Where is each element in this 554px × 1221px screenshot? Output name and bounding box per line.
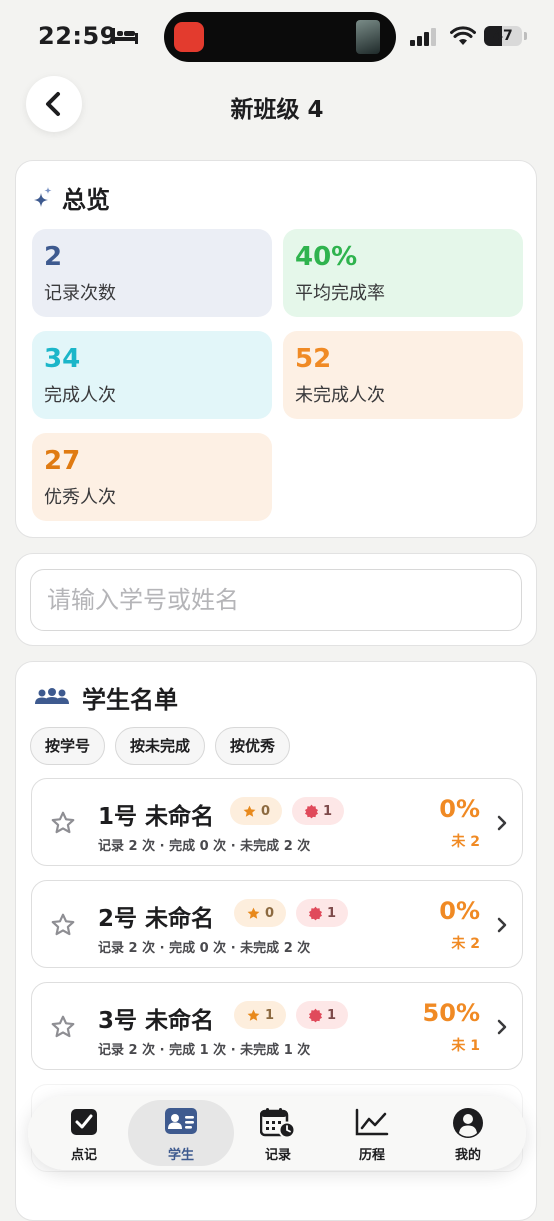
- sort-by-number-chip[interactable]: 按学号: [30, 727, 106, 765]
- checkbox-icon: [71, 1109, 97, 1135]
- roster-title: 学生名单: [82, 685, 178, 714]
- tab-records[interactable]: 记录: [230, 1096, 326, 1170]
- excellent-count: 1: [264, 1007, 275, 1023]
- tab-history[interactable]: 历程: [324, 1096, 420, 1170]
- star-outline-icon[interactable]: [50, 810, 76, 836]
- battery-indicator: 47: [484, 26, 522, 46]
- incomplete-count: 未 2: [451, 936, 480, 952]
- stat-record-count: 2 记录次数: [32, 229, 272, 317]
- excellent-count: 0: [264, 905, 275, 921]
- excellent-count: 0: [260, 803, 271, 819]
- excellent-badge: 0: [230, 797, 282, 825]
- stat-value: 34: [44, 344, 81, 374]
- stat-value: 27: [44, 446, 81, 476]
- overview-card: 总览 2 记录次数 40% 平均完成率 34 完成人次 52 未完成人次 27 …: [15, 160, 537, 538]
- student-name: 3号 未命名: [98, 1008, 215, 1034]
- page-title: 新班级 4: [230, 97, 324, 123]
- student-name: 2号 未命名: [98, 906, 215, 932]
- student-detail: 记录 2 次 · 完成 0 次 · 未完成 2 次: [98, 839, 311, 854]
- stat-label: 优秀人次: [44, 487, 116, 508]
- star-outline-icon[interactable]: [50, 912, 76, 938]
- stat-excellent: 27 优秀人次: [32, 433, 272, 521]
- incomplete-count: 未 1: [451, 1038, 480, 1054]
- star-filled-icon: [247, 907, 260, 919]
- badge-burst-icon: [308, 1008, 323, 1022]
- student-row[interactable]: 2号 未命名 0 1 记录 2 次 · 完成 0 次 · 未完成 2 次 0% …: [31, 880, 523, 968]
- badge-burst-icon: [308, 906, 323, 920]
- missing-badge: 1: [296, 1001, 348, 1029]
- app-activity-icon: [174, 22, 204, 52]
- group-icon: [35, 688, 69, 704]
- stat-value: 40%: [295, 242, 358, 272]
- student-row[interactable]: 3号 未命名 1 1 记录 2 次 · 完成 1 次 · 未完成 1 次 50%…: [31, 982, 523, 1070]
- tab-label: 历程: [358, 1148, 385, 1163]
- stat-incomplete: 52 未完成人次: [283, 331, 523, 419]
- stat-value: 2: [44, 242, 63, 272]
- star-filled-icon: [243, 805, 256, 817]
- tab-bar: 点记 学生 记录 历程 我的: [28, 1096, 526, 1170]
- stat-value: 52: [295, 344, 332, 374]
- excellent-badge: 1: [234, 1001, 286, 1029]
- chevron-right-icon: [497, 815, 507, 831]
- now-playing-artwork: [356, 20, 380, 54]
- star-outline-icon[interactable]: [50, 1014, 76, 1040]
- tab-label: 记录: [264, 1148, 291, 1163]
- tab-profile[interactable]: 我的: [420, 1096, 516, 1170]
- star-filled-icon: [247, 1009, 260, 1021]
- sort-chips: 按学号 按未完成 按优秀: [30, 727, 291, 765]
- status-bar: 22:59 47: [0, 0, 554, 76]
- dynamic-island: [164, 12, 396, 62]
- tab-students[interactable]: 学生: [133, 1096, 229, 1170]
- incomplete-count: 未 2: [451, 834, 480, 850]
- stat-completed: 34 完成人次: [32, 331, 272, 419]
- completion-rate: 0%: [439, 897, 480, 925]
- student-detail: 记录 2 次 · 完成 0 次 · 未完成 2 次: [98, 941, 311, 956]
- stat-label: 平均完成率: [295, 283, 385, 304]
- sparkles-icon: [34, 187, 52, 207]
- tab-label: 我的: [454, 1148, 481, 1163]
- missing-badge: 1: [296, 899, 348, 927]
- excellent-badge: 0: [234, 899, 286, 927]
- navigation-bar: 新班级 4: [0, 76, 554, 140]
- stat-label: 完成人次: [44, 385, 116, 406]
- stat-label: 未完成人次: [295, 385, 385, 406]
- battery-level: 47: [493, 28, 513, 44]
- search-card: [15, 553, 537, 646]
- trend-chart-icon: [355, 1108, 389, 1136]
- missing-count: 1: [322, 803, 333, 819]
- badge-burst-icon: [304, 804, 319, 818]
- missing-count: 1: [326, 1007, 337, 1023]
- student-row[interactable]: 1号 未命名 0 1 记录 2 次 · 完成 0 次 · 未完成 2 次 0% …: [31, 778, 523, 866]
- status-time: 22:59: [38, 22, 117, 50]
- completion-rate: 50%: [422, 999, 480, 1027]
- student-detail: 记录 2 次 · 完成 1 次 · 未完成 1 次: [98, 1043, 311, 1058]
- tab-label: 点记: [70, 1148, 97, 1163]
- completion-rate: 0%: [439, 795, 480, 823]
- calendar-clock-icon: [260, 1108, 296, 1138]
- wifi-icon: [450, 26, 476, 45]
- missing-count: 1: [326, 905, 337, 921]
- tab-checkin[interactable]: 点记: [36, 1096, 132, 1170]
- stat-avg-completion: 40% 平均完成率: [283, 229, 523, 317]
- student-card-icon: [165, 1108, 197, 1134]
- overview-title: 总览: [62, 185, 110, 214]
- bed-icon: [112, 28, 138, 44]
- cellular-signal-icon: [410, 28, 436, 46]
- stat-label: 记录次数: [44, 283, 116, 304]
- chevron-right-icon: [497, 1019, 507, 1035]
- missing-badge: 1: [292, 797, 344, 825]
- sort-by-excellent-chip[interactable]: 按优秀: [215, 727, 291, 765]
- chevron-right-icon: [497, 917, 507, 933]
- student-name: 1号 未命名: [98, 804, 215, 830]
- search-input[interactable]: [30, 569, 522, 631]
- profile-icon: [453, 1108, 483, 1138]
- tab-label: 学生: [167, 1148, 194, 1163]
- sort-by-incomplete-chip[interactable]: 按未完成: [115, 727, 206, 765]
